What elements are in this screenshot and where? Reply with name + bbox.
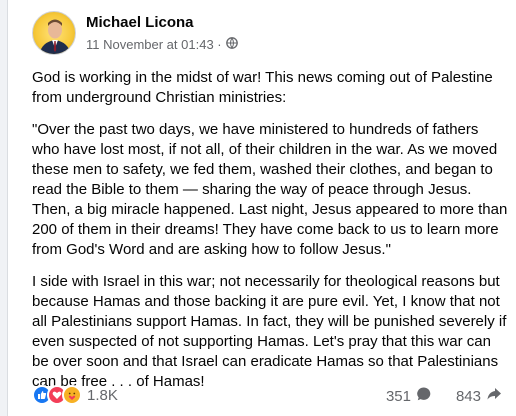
post-body: God is working in the midst of war! This… (32, 68, 510, 404)
post-footer: 1.8K 351 843 (32, 384, 502, 408)
post-card: Michael Licona 11 November at 01:43 · Go… (7, 0, 516, 416)
avatar-portrait (39, 19, 71, 54)
author-name[interactable]: Michael Licona (86, 14, 194, 31)
share-icon[interactable] (486, 386, 502, 406)
post-stats: 351 843 (386, 386, 502, 406)
reactions-summary[interactable]: 1.8K (32, 385, 118, 405)
care-icon (62, 385, 82, 405)
post-paragraph: God is working in the midst of war! This… (32, 69, 493, 106)
comment-count[interactable]: 351 (386, 388, 411, 405)
post-paragraph: I side with Israel in this war; not nece… (32, 273, 507, 390)
reaction-count[interactable]: 1.8K (87, 387, 118, 404)
post-timestamp[interactable]: 11 November at 01:43 · (86, 37, 222, 52)
avatar[interactable] (32, 11, 76, 55)
comment-icon[interactable] (416, 386, 432, 406)
post-meta: 11 November at 01:43 · (86, 37, 238, 52)
globe-icon[interactable] (225, 37, 238, 52)
share-count[interactable]: 843 (456, 388, 481, 405)
post-paragraph: "Over the past two days, we have ministe… (32, 121, 508, 258)
post-header: Michael Licona 11 November at 01:43 · (32, 11, 502, 55)
